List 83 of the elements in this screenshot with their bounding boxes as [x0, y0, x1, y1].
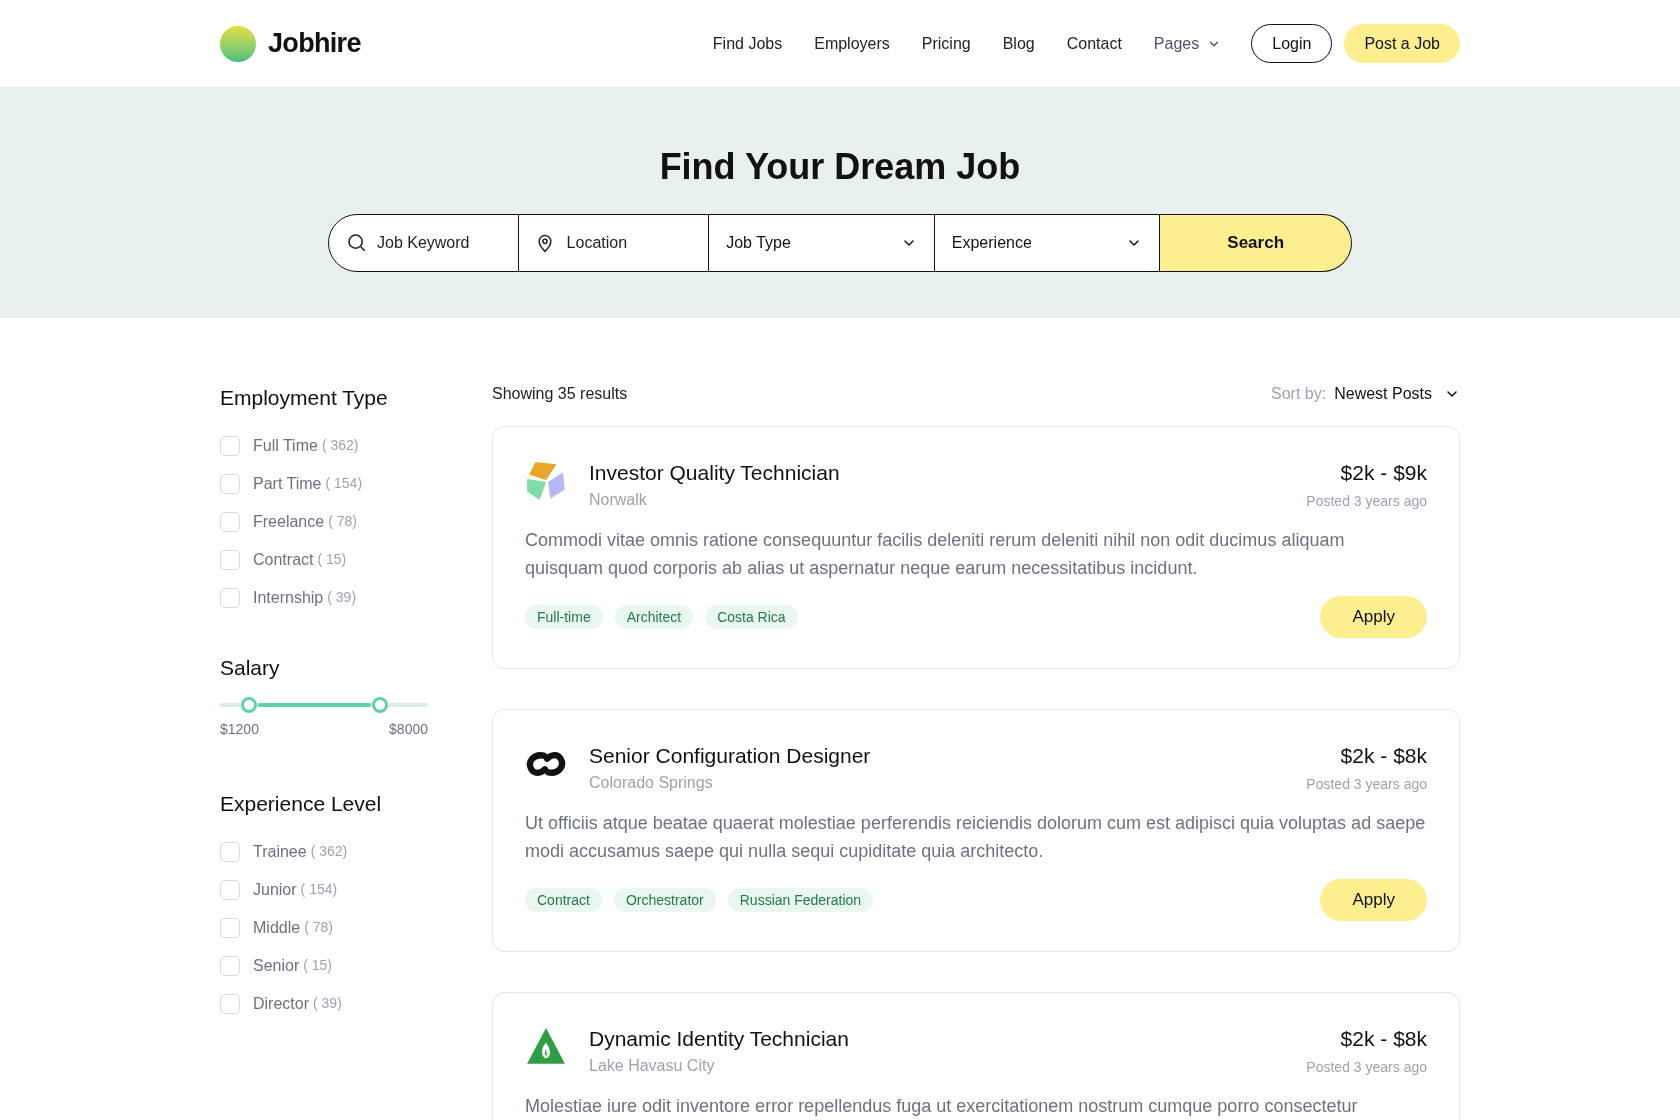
job-tag: Full-time [525, 605, 603, 629]
job-tag: Russian Federation [727, 888, 874, 912]
nav-link[interactable]: Employers [814, 31, 890, 56]
search-icon [346, 232, 367, 253]
filter-heading: Employment Type [220, 385, 389, 411]
job-title[interactable]: Investor Quality Technician [589, 460, 840, 486]
job-title[interactable]: Senior Configuration Designer [589, 743, 871, 769]
job-location: Lake Havasu City [589, 1056, 716, 1076]
sort-label: Sort by: [1271, 384, 1327, 404]
select-field[interactable]: Job Type [709, 214, 935, 272]
filter-count: ( 154) [325, 474, 363, 493]
filter-option-label[interactable]: Director [253, 991, 309, 1016]
posted-date: Posted 3 years ago [1306, 1058, 1427, 1077]
slider-thumb[interactable] [241, 697, 258, 713]
checkbox[interactable] [220, 955, 240, 976]
job-card[interactable] [492, 426, 1460, 669]
filter-option-label[interactable]: Contract [253, 547, 314, 572]
search-button[interactable]: Search [1160, 214, 1352, 272]
checkbox[interactable] [220, 917, 240, 938]
select-field[interactable]: Experience [934, 214, 1161, 272]
checkbox[interactable] [220, 841, 240, 862]
job-description: Molestiae iure odit inventore error repellendus fuga ut exercitationem nostrum cumque porro consectetur [525, 1095, 1359, 1118]
filter-option-label[interactable]: Freelance [253, 509, 325, 534]
filter-count: ( 78) [328, 512, 357, 531]
filter-option-label[interactable]: Junior [253, 877, 297, 902]
checkbox[interactable] [220, 993, 240, 1014]
filter-count: ( 39) [313, 994, 342, 1013]
apply-button[interactable]: Apply [1320, 596, 1427, 638]
slider-thumb[interactable] [372, 697, 389, 713]
job-card[interactable]: Dynamic Identity Technician Lake Havasu City $2k - $8k Posted 3 years ago Molestiae iure odit inventore error repellendus fuga ut exercitationem nostrum cumque porro consectetur [492, 992, 1460, 1120]
checkbox[interactable] [220, 587, 240, 608]
job-description: Ut officiis atque beatae quaerat molestiae perferendis reiciendis dolorum cum est adipisci quia voluptas ad saepe modi accusamus saepe qui nulla sequi cupiditate quia architecto. [525, 812, 1427, 863]
nav-dropdown[interactable]: Pages [1153, 31, 1222, 56]
filter-option-label[interactable]: Part Time [253, 471, 322, 496]
job-tag: Contract [525, 888, 602, 912]
results-count: Showing 35 results [492, 384, 628, 404]
logo-icon [220, 25, 256, 62]
job-description: Commodi vitae omnis ratione consequuntur facilis deleniti rerum deleniti nihil non odit ducimus aliquam quisquam quod corporis ab alias ut aspernatur neque earum necessitatibus incidunt. [525, 529, 1346, 580]
salary-reading: $1200 [220, 720, 259, 739]
filter-count: ( 15) [317, 550, 347, 569]
filter-count: ( 78) [304, 918, 333, 937]
checkbox[interactable] [220, 473, 240, 494]
job-location: Norwalk [589, 490, 648, 510]
filter-count: ( 154) [300, 880, 338, 899]
filter-option-label[interactable]: Senior [253, 953, 300, 978]
filter-option-label[interactable]: Full Time [253, 433, 318, 458]
hero-title: Find Your Dream Job [659, 145, 1021, 189]
salary-range: $2k - $8k [1340, 1026, 1427, 1052]
location-field[interactable]: Location [518, 214, 710, 272]
filter-option-label[interactable]: Internship [253, 585, 324, 610]
sort-dropdown[interactable]: Newest Posts [1334, 382, 1460, 406]
job-tag: Orchestrator [613, 888, 716, 912]
nav-link[interactable]: Blog [1002, 31, 1035, 56]
posted-date: Posted 3 years ago [1306, 492, 1427, 511]
job-title[interactable]: Dynamic Identity Technician [589, 1026, 849, 1052]
nav-link[interactable]: Pricing [921, 31, 971, 56]
job-card[interactable] [492, 709, 1460, 952]
keyword-field[interactable]: Job Keyword [328, 214, 519, 272]
job-tag: Costa Rica [705, 605, 798, 629]
nav-link[interactable]: Contact [1066, 31, 1122, 56]
job-tag: Architect [614, 605, 694, 629]
filter-option-label[interactable]: Middle [253, 915, 301, 940]
nav-link[interactable]: Find Jobs [712, 31, 783, 56]
filter-heading: Experience Level [220, 791, 383, 817]
logo-text[interactable]: Jobhire [268, 23, 361, 64]
filter-count: ( 362) [310, 842, 348, 861]
filter-heading: Salary [220, 654, 281, 681]
salary-reading: $8000 [389, 720, 428, 739]
apply-button[interactable]: Apply [1320, 879, 1427, 921]
checkbox[interactable] [220, 879, 240, 900]
filter-option-label[interactable]: Trainee [253, 839, 307, 864]
salary-range: $2k - $9k [1340, 460, 1427, 486]
filter-count: ( 39) [327, 588, 357, 607]
posted-date: Posted 3 years ago [1306, 775, 1427, 794]
filter-count: ( 362) [321, 436, 359, 455]
filter-count: ( 15) [303, 956, 333, 975]
checkbox[interactable] [220, 549, 240, 570]
job-location: Colorado Springs [589, 773, 714, 793]
checkbox[interactable] [220, 511, 240, 532]
company-logo-icon [525, 460, 567, 502]
salary-range: $2k - $8k [1340, 743, 1427, 769]
post-job-button[interactable]: Post a Job [1344, 24, 1460, 63]
checkbox[interactable] [220, 435, 240, 456]
